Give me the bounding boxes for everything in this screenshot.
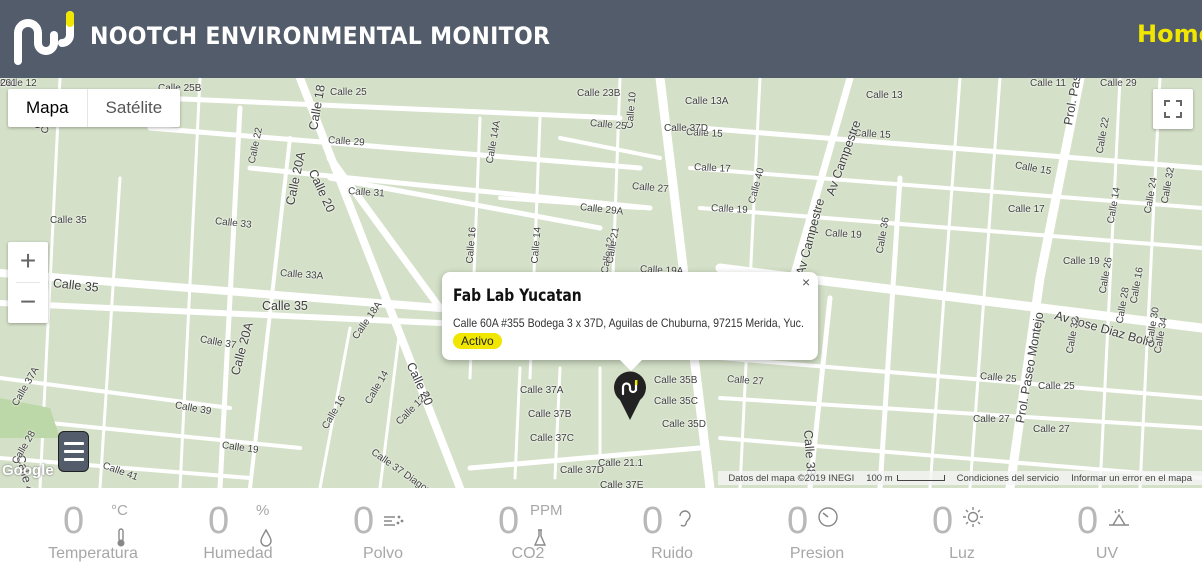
street-label: Calle 35 — [262, 299, 308, 313]
sensor-value: 0 — [787, 500, 809, 542]
popup-address: Calle 60A #355 Bodega 3 x 37D, Aguilas d… — [453, 316, 804, 330]
fullscreen-button[interactable] — [1153, 89, 1193, 129]
sensor-label: Presion — [789, 545, 845, 562]
sensor-label: Humedad — [203, 545, 273, 562]
zoom-control: + − — [8, 242, 48, 323]
sensor-humedad: 0 % Humedad — [158, 488, 308, 569]
scale-label: 100 m — [866, 473, 945, 484]
sensor-luz: 0 Luz — [882, 488, 1032, 569]
zoom-out-button[interactable]: − — [8, 283, 48, 323]
nootch-logo-icon — [14, 11, 74, 65]
street-label: Calle 37D — [664, 123, 708, 134]
street-label: Calle 27 — [1033, 424, 1070, 435]
sensor-unit: PPM — [530, 502, 563, 519]
map-type-satellite-button[interactable]: Satélite — [86, 89, 181, 127]
street-label: Calle 11 — [1030, 78, 1066, 89]
street-label: 261 — [0, 78, 17, 89]
sensor-unit: °C — [111, 502, 128, 519]
map-attribution: Datos del mapa ©2019 INEGI 100 m Condici… — [718, 471, 1202, 485]
status-badge: Activo — [453, 333, 502, 349]
street-label: Calle 29 — [1100, 78, 1137, 89]
attribution-data: Datos del mapa ©2019 INEGI — [728, 472, 855, 484]
menu-button[interactable] — [58, 431, 89, 472]
sensor-value: 0 — [353, 500, 375, 542]
sensor-value: 0 — [498, 500, 520, 542]
location-marker-icon[interactable] — [612, 370, 648, 422]
menu-bar — [64, 450, 84, 453]
popup-title: Fab Lab Yucatan — [453, 286, 582, 306]
sensor-bar: 0 °C Temperatura 0 % Humedad 0 Polvo 0 P… — [0, 488, 1202, 569]
sensor-co2: 0 PPM CO2 — [448, 488, 598, 569]
terms-link[interactable]: Condiciones del servicio — [957, 473, 1059, 484]
street-label: Calle 21.1 — [598, 458, 644, 469]
nav-home-link[interactable]: Home — [1137, 20, 1202, 48]
sensor-value: 0 — [932, 500, 954, 542]
map-view[interactable]: Calle 25B Calle 25 Calle 29 Calle 31 Calle 3… — [0, 78, 1202, 488]
street-label: Calle 37B — [528, 409, 572, 420]
street-label: Calle 25 — [1038, 381, 1075, 392]
google-logo: Google — [2, 462, 54, 479]
street-label: Calle 35B — [654, 375, 698, 386]
street-label: Calle 17 — [693, 162, 731, 175]
street-label: Calle 17 — [1008, 204, 1045, 215]
gauge-icon — [818, 507, 838, 527]
street-label: Calle 35C — [654, 396, 698, 407]
street-label: Calle 37A — [520, 385, 564, 396]
menu-bar — [64, 458, 84, 461]
uv-icon — [1109, 509, 1129, 526]
street-label: Calle 35 — [50, 215, 87, 226]
map-type-map-button[interactable]: Mapa — [8, 89, 87, 127]
sensor-polvo: 0 Polvo — [303, 488, 453, 569]
zoom-in-button[interactable]: + — [8, 242, 48, 282]
street-label: Calle 27 — [973, 414, 1010, 425]
sensor-label: CO2 — [511, 545, 545, 562]
sun-icon — [963, 507, 983, 527]
app-title: NOOTCH ENVIRONMENTAL MONITOR — [90, 22, 551, 50]
street-label: Calle 25 — [330, 87, 367, 98]
street-label: Calle 19 — [1063, 256, 1100, 267]
sensor-label: Polvo — [362, 545, 404, 562]
sensor-value: 0 — [642, 500, 664, 542]
sensor-value: 0 — [1077, 500, 1099, 542]
sensor-label: Luz — [949, 545, 975, 562]
street-label: Calle 35D — [662, 419, 706, 430]
popup-close-button[interactable]: × — [802, 274, 810, 290]
sensor-label: Temperatura — [48, 545, 138, 562]
street-label: Calle 37C — [530, 433, 574, 444]
street-label: Calle 13A — [685, 96, 729, 107]
sensor-ruido: 0 Ruido — [592, 488, 742, 569]
ear-icon — [679, 510, 691, 527]
sensor-temperatura: 0 °C Temperatura — [13, 488, 163, 569]
app-header: NOOTCH ENVIRONMENTAL MONITOR Home — [0, 0, 1202, 78]
menu-bar — [64, 442, 84, 445]
location-popup: Fab Lab Yucatan Calle 60A #355 Bodega 3 … — [442, 272, 818, 371]
sensor-label: Ruido — [651, 545, 693, 562]
dust-icon — [384, 515, 404, 526]
sensor-presion: 0 Presion — [737, 488, 887, 569]
report-error-link[interactable]: Informar un error en el mapa — [1071, 473, 1192, 484]
sensor-label: UV — [1095, 545, 1119, 562]
scale-bar — [896, 474, 945, 481]
street-label: Calle 37E — [600, 480, 644, 488]
street-label: Calle 19 — [824, 228, 862, 241]
street-label: Calle 23B — [577, 88, 621, 99]
map-type-control: Mapa Satélite — [8, 89, 181, 127]
sensor-value: 0 — [63, 500, 85, 542]
street-label: Calle 13 — [866, 90, 903, 101]
fullscreen-icon — [1164, 100, 1182, 118]
sensor-unit: % — [256, 502, 270, 519]
sensor-uv: 0 UV — [1027, 488, 1177, 569]
sensor-value: 0 — [208, 500, 230, 542]
street-label: Calle 19 — [710, 203, 748, 216]
